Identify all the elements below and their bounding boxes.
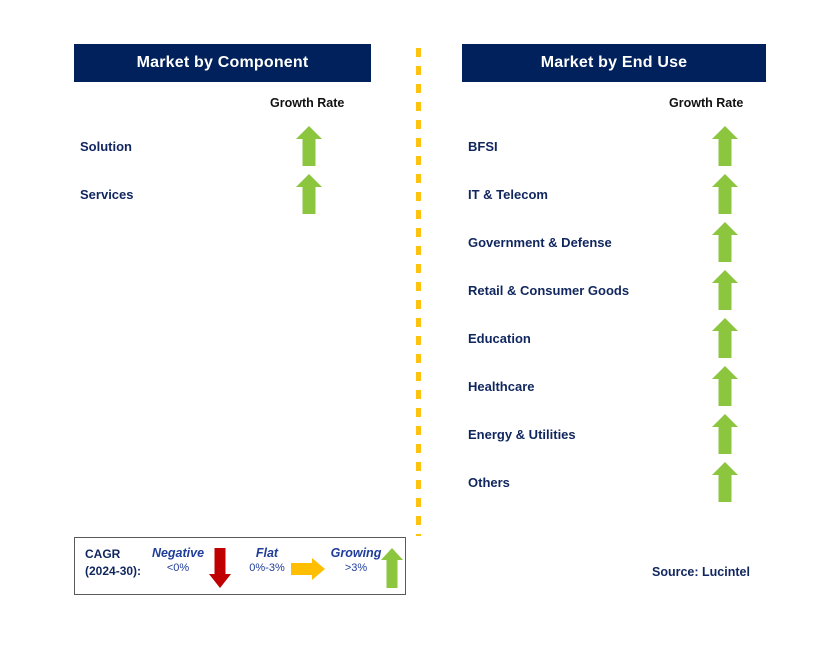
row-it-telecom: IT & Telecom xyxy=(0,172,766,216)
up-arrow-icon xyxy=(712,462,738,502)
row-label-energy-utilities: Energy & Utilities xyxy=(468,426,576,442)
panel-title-end-use: Market by End Use xyxy=(540,54,688,71)
legend-title-negative: Negative xyxy=(151,546,205,560)
legend-value-negative: <0% xyxy=(166,562,190,574)
row-healthcare: Healthcare xyxy=(0,364,766,408)
legend-cagr-label: CAGR (2024-30): xyxy=(85,546,141,580)
panel-header-end-use: Market by End Use xyxy=(462,44,766,82)
up-arrow-icon xyxy=(712,126,738,166)
row-government-defense: Government & Defense xyxy=(0,220,766,264)
panel-header-component: Market by Component xyxy=(74,44,371,82)
infographic-canvas: Market by Component Growth Rate Solution… xyxy=(0,0,829,657)
row-energy-utilities: Energy & Utilities xyxy=(0,412,766,456)
up-arrow-icon xyxy=(712,366,738,406)
row-label-it-telecom: IT & Telecom xyxy=(468,186,548,202)
cagr-legend: CAGR (2024-30): Negative <0% Flat 0%-3% … xyxy=(74,537,406,595)
row-bfsi: BFSI xyxy=(0,124,766,168)
row-label-education: Education xyxy=(468,330,531,346)
up-arrow-icon xyxy=(712,174,738,214)
up-arrow-icon xyxy=(712,414,738,454)
row-others: Others xyxy=(0,460,766,504)
down-arrow-icon xyxy=(209,548,231,588)
growth-rate-header-component: Growth Rate xyxy=(270,96,345,110)
growth-rate-header-end-use: Growth Rate xyxy=(669,96,744,110)
row-label-retail-consumer-goods: Retail & Consumer Goods xyxy=(468,282,630,298)
legend-entry-negative: Negative <0% xyxy=(143,546,213,576)
row-retail-consumer-goods: Retail & Consumer Goods xyxy=(0,268,766,312)
legend-cagr-line1: CAGR xyxy=(85,547,121,561)
up-arrow-icon xyxy=(712,318,738,358)
up-arrow-icon xyxy=(712,270,738,310)
source-note: Source: Lucintel xyxy=(652,565,750,579)
up-arrow-icon xyxy=(381,548,403,588)
row-label-government-defense: Government & Defense xyxy=(468,234,612,250)
row-education: Education xyxy=(0,316,766,360)
legend-cagr-line2: (2024-30): xyxy=(85,564,142,578)
row-label-others: Others xyxy=(468,474,510,490)
up-arrow-icon xyxy=(712,222,738,262)
row-label-healthcare: Healthcare xyxy=(468,378,535,394)
panel-title-component: Market by Component xyxy=(136,54,309,71)
row-label-bfsi: BFSI xyxy=(468,138,498,154)
